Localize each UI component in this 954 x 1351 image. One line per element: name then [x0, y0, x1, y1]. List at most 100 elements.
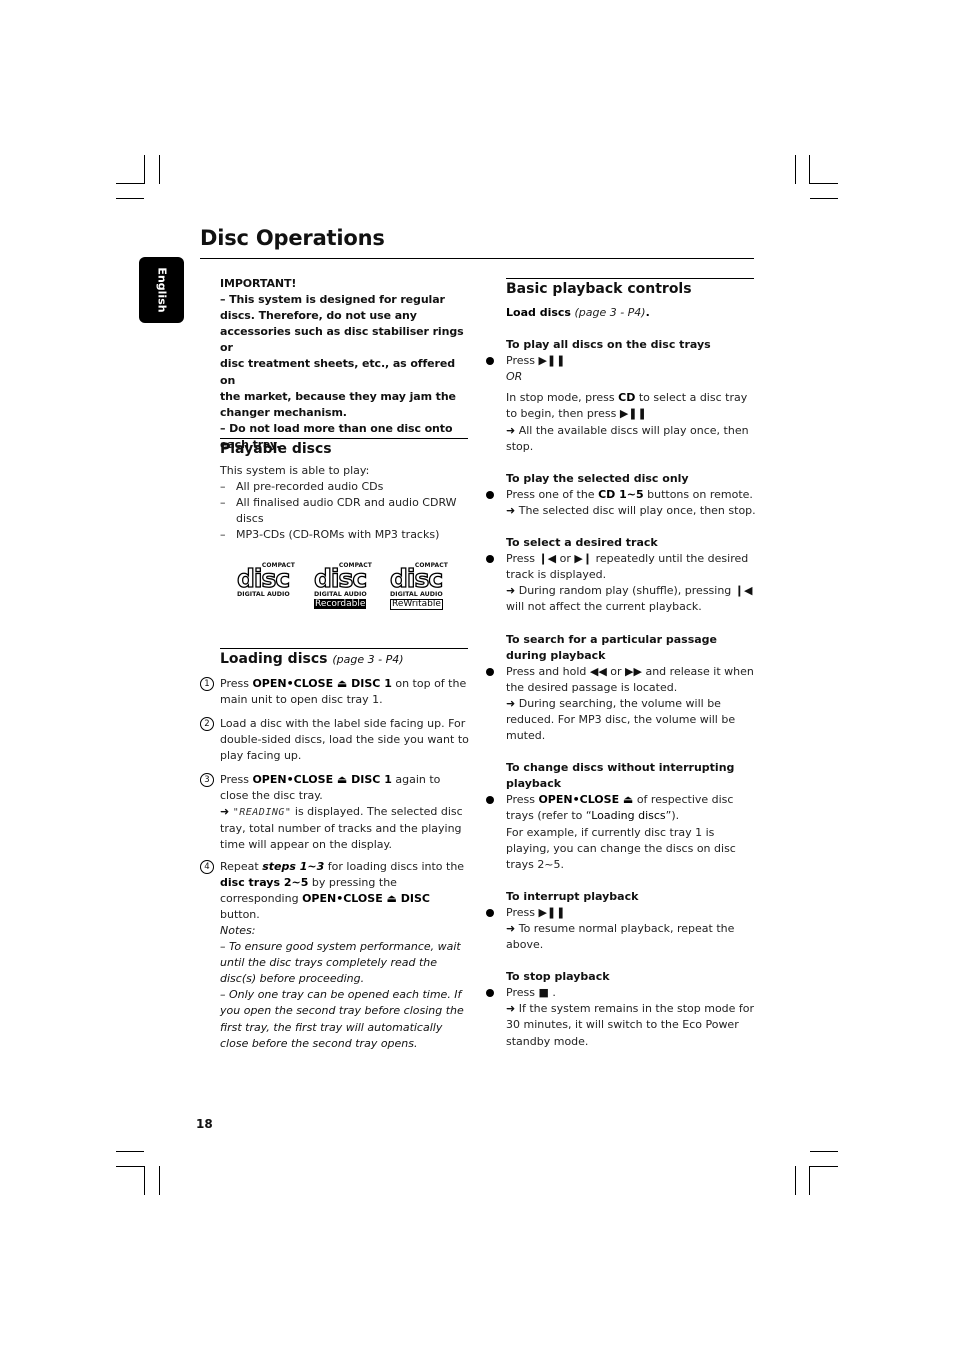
- bullet-item: Press and hold ◀◀ or ▶▶ and release it w…: [486, 664, 758, 696]
- crop-mark: [810, 198, 838, 199]
- arrow-icon: ➜: [506, 922, 516, 935]
- instruction-block: To select a desired track Press ❙◀ or ▶❙ …: [486, 535, 758, 615]
- section-rule: [506, 278, 754, 279]
- bullet-icon: [486, 555, 494, 564]
- crop-mark: [809, 183, 838, 184]
- bullet-icon: [486, 989, 494, 998]
- crop-mark: [159, 1166, 160, 1195]
- text-run: ”).: [665, 809, 680, 823]
- crop-mark: [144, 155, 145, 184]
- dash-marker: –: [220, 496, 226, 510]
- text-run: Press: [506, 793, 539, 807]
- logo-disc-wordmark: disc: [389, 564, 443, 593]
- loading-step: 2 Load a disc with the label side facing …: [200, 716, 470, 764]
- control-symbol-icon: ▶❚❚: [538, 354, 566, 368]
- step-text: Repeat steps 1~3 for loading discs into …: [220, 859, 470, 923]
- logo-digital-audio-text: DIGITAL AUDIO: [237, 591, 290, 598]
- language-tab: English: [139, 257, 184, 323]
- loading-title: Loading discs: [220, 651, 328, 667]
- instruction-heading: To play all discs on the disc trays: [506, 338, 711, 352]
- bold-text: CD 1~5: [598, 487, 644, 501]
- loading-step: 4 Repeat steps 1~3 for loading discs into…: [200, 859, 470, 923]
- note-item: – Only one tray can be opened each time.…: [220, 988, 464, 1050]
- bold-text: CD: [618, 391, 636, 405]
- important-line: – Do not load more than one disc onto: [220, 421, 453, 435]
- bullet-item: Press one of the CD 1~5 buttons on remot…: [486, 487, 758, 503]
- text-run: During searching, the volume will be red…: [506, 696, 736, 743]
- instruction-line: OR: [506, 369, 758, 385]
- reference-link-text: Loading discs: [591, 809, 666, 823]
- display-readout-text: "READING": [232, 807, 292, 819]
- section-rule: [220, 438, 468, 439]
- instruction-heading: To interrupt playback: [506, 889, 639, 903]
- result-note: ➜ During searching, the volume will be r…: [506, 696, 758, 744]
- language-tab-label: English: [155, 267, 168, 313]
- bullet-item: Press OPEN•CLOSE ⏏ of respective disc tr…: [486, 792, 758, 824]
- bold-text: OPEN•CLOSE ⏏ DISC 1: [252, 773, 392, 786]
- step-text: Press OPEN•CLOSE ⏏ DISC 1 again to close…: [220, 772, 470, 853]
- bullet-icon: [486, 357, 494, 366]
- section-rule: [220, 648, 468, 649]
- arrow-icon: ➜: [506, 1002, 516, 1016]
- load-discs-ref: (page 3 - P4): [574, 306, 646, 319]
- important-line: accessories such as disc stabiliser ring…: [220, 325, 464, 355]
- text-run: The selected disc will play once, then s…: [518, 503, 756, 517]
- crop-mark: [795, 1166, 796, 1195]
- section-title-playable-discs: Playable discs: [220, 441, 332, 457]
- load-discs-label: Load discs: [506, 306, 571, 319]
- control-symbol-icon: ▶❚❚: [538, 905, 566, 919]
- text-run: Press: [220, 677, 253, 690]
- instruction-block: To play the selected disc only Press one …: [486, 471, 758, 519]
- crop-mark: [116, 183, 145, 184]
- arrow-icon: ➜: [220, 805, 233, 819]
- result-note: ➜ The selected disc will play once, then…: [506, 503, 758, 519]
- text-run: button.: [220, 908, 260, 922]
- crop-mark: [159, 155, 160, 184]
- bullet-item: Press ▶❚❚: [486, 353, 758, 369]
- loading-step: 3 Press OPEN•CLOSE ⏏ DISC 1 again to clos…: [200, 772, 470, 853]
- instruction-heading: To search for a particular passage durin…: [506, 632, 718, 662]
- crop-mark: [809, 1166, 838, 1167]
- text-run: buttons on remote.: [643, 487, 753, 501]
- result-note: ➜ During random play (shuffle), pressing…: [506, 583, 758, 615]
- text-run: Press: [220, 773, 253, 786]
- instruction-block: To play all discs on the disc trays Press…: [486, 337, 758, 455]
- bold-italic-text: steps 1~3: [262, 860, 325, 873]
- crop-mark: [116, 1151, 144, 1152]
- control-symbol-icon: ▶❚❚: [619, 407, 647, 421]
- step-number-icon: 3: [200, 773, 214, 787]
- step-number-icon: 2: [200, 717, 214, 731]
- text-run: for loading discs into the: [324, 860, 465, 873]
- instruction-heading: To change discs without interrupting pla…: [506, 761, 735, 791]
- step-text: Load a disc with the label side facing u…: [220, 716, 470, 764]
- section-title-loading-discs: Loading discs (page 3 - P4): [220, 650, 404, 669]
- crop-mark: [795, 155, 796, 184]
- bullet-icon: [486, 796, 494, 805]
- bold-text: OPEN•CLOSE ⏏: [538, 793, 634, 807]
- arrow-icon: ➜: [506, 423, 516, 437]
- compact-disc-logo: COMPACT disc DIGITAL AUDIO ReWritable: [389, 562, 450, 612]
- bullet-item: Press ■ .: [486, 985, 758, 1001]
- section-title-basic-playback: Basic playback controls: [506, 281, 692, 297]
- basic-playback-section: Basic playback controls Load discs (page…: [486, 280, 758, 1050]
- crop-mark: [144, 1166, 145, 1195]
- instruction-heading: To stop playback: [506, 970, 610, 984]
- playable-item-text: All pre-recorded audio CDs: [236, 480, 384, 494]
- result-note: ➜ To resume normal playback, repeat the …: [506, 921, 758, 953]
- bullet-item: Press ❙◀ or ▶❙ repeatedly until the desi…: [486, 551, 758, 583]
- bullet-icon: [486, 908, 494, 917]
- text-run: Press: [506, 552, 539, 566]
- loading-notes: Notes: – To ensure good system performan…: [220, 923, 470, 1052]
- important-line: disc treatment sheets, etc., as offered …: [220, 357, 455, 387]
- logo-digital-audio-text: DIGITAL AUDIO: [314, 591, 367, 598]
- text-run: To resume normal playback, repeat the ab…: [506, 922, 735, 952]
- step-number-icon: 1: [200, 677, 214, 691]
- crop-mark: [116, 1166, 145, 1167]
- bold-text: OPEN•CLOSE ⏏ DISC 1: [252, 677, 392, 690]
- load-discs-line: Load discs (page 3 - P4).: [506, 306, 650, 319]
- control-symbol-icon: ▶❙: [574, 552, 593, 566]
- control-symbol-icon: ■: [538, 986, 549, 1000]
- note-item: – To ensure good system performance, wai…: [220, 940, 461, 986]
- step-text: Press OPEN•CLOSE ⏏ DISC 1 on top of the …: [220, 676, 470, 708]
- playback-instructions: To play all discs on the disc trays Press…: [486, 337, 758, 1050]
